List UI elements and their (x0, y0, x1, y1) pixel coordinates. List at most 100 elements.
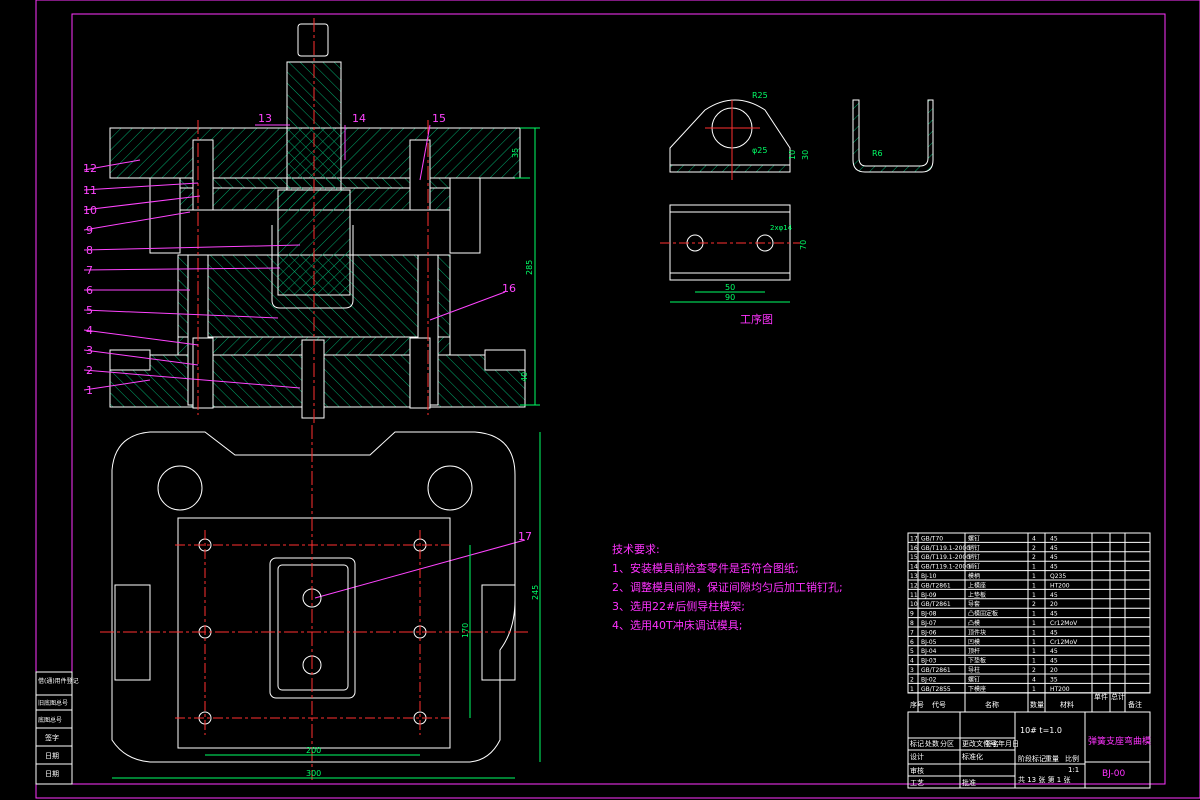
parts-row-cell: Cr12MoV (1050, 620, 1078, 627)
parts-row-cell: 45 (1050, 592, 1058, 599)
rev-base: 底图总号 (38, 716, 62, 724)
parts-row-cell: 6 (910, 639, 914, 646)
callout-16: 16 (502, 282, 516, 295)
parts-row-cell: 1 (1032, 582, 1036, 589)
title-block: 标记 处数 分区 更改文件号 签名 年月日 设计 审核 工艺 标准化 批准 阶段… (907, 711, 1151, 789)
sign-date: 年月日 (998, 739, 1019, 748)
sign-check: 审核 (910, 766, 924, 775)
part-u-shape (852, 99, 934, 173)
parts-row-cell: BJ-05 (921, 639, 937, 646)
parts-row-cell: 2 (1032, 601, 1036, 608)
parts-row-cell: 15 (910, 554, 918, 561)
parts-row-cell: 上模座 (968, 581, 986, 589)
note-2: 2、调整模具间隙，保证间隙均匀后加工销钉孔; (612, 580, 843, 594)
callout-9: 9 (86, 224, 93, 237)
callout-1: 1 (86, 384, 93, 397)
parts-row-cell: GB/T119.1-2000 (921, 554, 970, 561)
plan-die-plate (177, 517, 451, 749)
parts-row-cell: 35 (1050, 676, 1058, 683)
parts-row-cell: 9 (910, 611, 914, 618)
parts-row-cell: 模柄 (968, 572, 980, 580)
dim-245: 245 (531, 585, 540, 600)
sign-process: 工艺 (910, 779, 924, 787)
rev-date-1: 日期 (45, 752, 59, 760)
parts-row-cell: BJ-06 (921, 629, 937, 636)
callout-7: 7 (86, 264, 93, 277)
dim-10: 10 (788, 150, 797, 160)
parts-row-cell: GB/T119.1-2000 (921, 545, 970, 552)
parts-row-cell: 螺钉 (968, 534, 980, 542)
guide-bush-right (449, 177, 481, 254)
header-remark: 备注 (1128, 700, 1142, 709)
dim-phi25: φ25 (752, 146, 767, 155)
parts-row-cell: 螺钉 (968, 675, 980, 683)
title-name: 弹簧支座弯曲模 (1088, 735, 1151, 747)
section-view (109, 18, 526, 425)
guide-bush-left (149, 177, 181, 254)
parts-row-cell: HT200 (1050, 582, 1070, 589)
parts-row-cell: 7 (910, 629, 914, 636)
callout-3: 3 (86, 344, 93, 357)
callout-13: 13 (258, 112, 272, 125)
header-name: 名称 (985, 700, 999, 709)
sign-standard: 标准化 (962, 752, 983, 761)
parts-rows: 17 GB/T70 螺钉 4 4516 GB/T119.1-2000销钉 2 4515 GB/T… (908, 534, 1150, 694)
parts-row-cell: 2 (1032, 545, 1036, 552)
technical-notes: 技术要求: 1、安装模具前检查零件是否符合图纸; 2、调整模具间隙，保证间隙均匀… (612, 543, 843, 632)
parts-row-cell: 2 (1032, 667, 1036, 674)
header-code: 代号 (932, 700, 946, 709)
callout-8: 8 (86, 244, 93, 257)
parts-row-cell: GB/T2855 (921, 686, 951, 693)
dim-170: 170 (461, 623, 470, 638)
process-drawing-label: 工序图 (740, 312, 773, 326)
rev-borrow: 借(通)用件登记 (38, 677, 79, 685)
header-qty: 数量 (1030, 700, 1044, 709)
shank-cap (297, 23, 329, 57)
callout-10: 10 (83, 204, 97, 217)
parts-row-cell: 45 (1050, 545, 1058, 552)
parts-row-cell: 销钉 (968, 544, 980, 552)
parts-row-cell: 13 (910, 573, 918, 580)
dim-200: 200 (306, 746, 321, 755)
parts-row-cell: 1 (1032, 564, 1036, 571)
bolt-top-right (409, 139, 431, 211)
plan-view (100, 425, 530, 780)
parts-row-cell: 20 (1050, 667, 1058, 674)
parts-row-cell: 1 (910, 686, 914, 693)
parts-row-cell: 1 (1032, 629, 1036, 636)
guide-hole-left (157, 465, 203, 511)
parts-row-cell: 上垫板 (968, 591, 986, 599)
note-1: 1、安装模具前检查零件是否符合图纸; (612, 561, 799, 575)
parts-list: 17 GB/T70 螺钉 4 4516 GB/T119.1-2000销钉 2 4515 GB/T… (907, 532, 1151, 713)
parts-row-cell: GB/T2861 (921, 667, 951, 674)
lower-seat-notch-right (484, 349, 526, 371)
rev-date-2: 日期 (45, 770, 59, 778)
title-material: 10# t=1.0 (1020, 726, 1062, 735)
lower-seat-notch-left (109, 349, 151, 371)
parts-row-cell: 凸模 (968, 619, 980, 627)
parts-row-cell: 顶件块 (968, 628, 986, 636)
parts-row-cell: BJ-04 (921, 648, 937, 655)
parts-row-cell: 下垫板 (968, 657, 986, 665)
title-scale: 1:1 (1068, 766, 1079, 774)
parts-row-cell: 20 (1050, 601, 1058, 608)
parts-row-cell: 45 (1050, 658, 1058, 665)
parts-row-cell: 1 (1032, 648, 1036, 655)
dim-30: 30 (801, 150, 810, 160)
parts-row-cell: BJ-07 (921, 620, 937, 627)
sign-approve: 批准 (962, 778, 976, 787)
plan-outline (111, 431, 516, 763)
parts-row-cell: BJ-02 (921, 676, 937, 683)
parts-header: 序号 代号 名称 数量 材料 单件 总计 备注 (910, 692, 1142, 709)
sign-mark: 标记 (910, 739, 924, 748)
sign-count: 处数 (925, 739, 939, 748)
parts-row-cell: BJ-10 (921, 573, 937, 580)
parts-row-cell: 10 (910, 601, 918, 608)
callout-17: 17 (518, 530, 532, 543)
parts-row-cell: 3 (910, 667, 914, 674)
part-side-view: R6 (852, 99, 934, 173)
parts-row-cell: 2 (910, 676, 914, 683)
callout-14: 14 (352, 112, 366, 125)
rev-old-base: 旧底图总号 (38, 699, 68, 707)
dim-70: 70 (799, 240, 808, 250)
